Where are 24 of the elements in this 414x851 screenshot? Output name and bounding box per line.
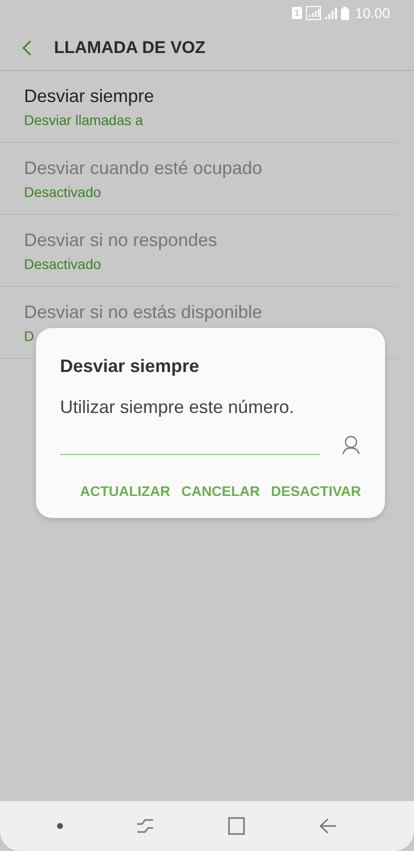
- setting-title: Desviar si no respondes: [24, 230, 218, 250]
- back-icon[interactable]: [319, 818, 338, 834]
- back-icon[interactable]: [22, 40, 32, 56]
- dialog-message: Utilizar siempre este número.: [60, 397, 296, 418]
- screen-title: LLAMADA DE VOZ: [54, 38, 206, 58]
- dialog-button[interactable]: ACTUALIZAR: [80, 479, 170, 503]
- setting-status: Desviar llamadas a: [24, 112, 144, 128]
- contact-icon[interactable]: [342, 435, 360, 455]
- setting-status: Desactivado: [24, 184, 102, 200]
- setting-item[interactable]: Desviar siempre Desviar llamadas a: [0, 71, 396, 143]
- dialog-title: Desviar siempre: [60, 356, 200, 377]
- setting-status: D: [24, 328, 36, 344]
- recent-apps-icon[interactable]: [136, 818, 154, 834]
- setting-title: Desviar si no estás disponible: [24, 302, 264, 322]
- dialog-button[interactable]: DESACTIVAR: [271, 479, 361, 503]
- dialog-button[interactable]: CANCELAR: [181, 479, 260, 503]
- setting-title: Desviar cuando esté ocupado: [24, 158, 264, 178]
- home-icon[interactable]: [228, 817, 246, 835]
- signal-icon: [324, 7, 337, 19]
- signal-icon: [306, 6, 321, 20]
- setting-title: Desviar siempre: [24, 86, 156, 106]
- battery-icon: [340, 6, 349, 20]
- dot-icon[interactable]: [56, 823, 63, 829]
- setting-status: Desactivado: [24, 256, 102, 272]
